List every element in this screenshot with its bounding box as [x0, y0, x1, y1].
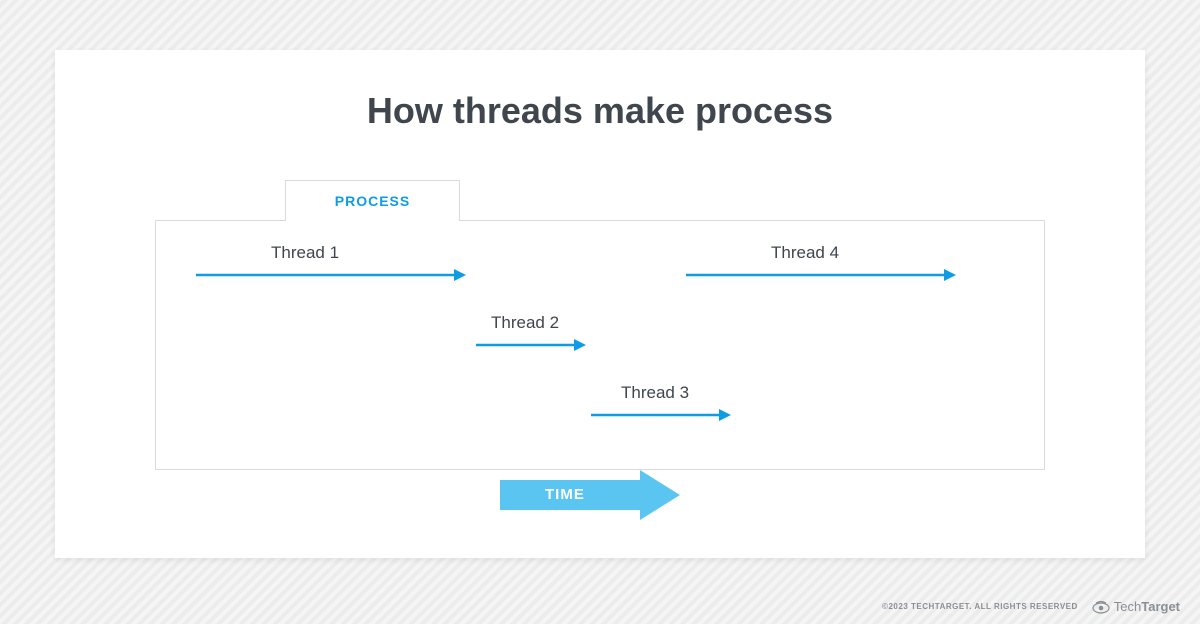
process-tab: PROCESS [285, 180, 460, 220]
diagram-area: PROCESS Thread 1 Thread 4 Thread 2 Th [155, 180, 1045, 510]
thread-2-label: Thread 2 [491, 313, 559, 333]
techtarget-logo: TechTarget [1092, 599, 1180, 614]
thread-4-arrow [686, 269, 956, 281]
diagram-card: How threads make process PROCESS Thread … [55, 50, 1145, 558]
footer: ©2023 TECHTARGET. ALL RIGHTS RESERVED Te… [882, 599, 1180, 614]
thread-3-label: Thread 3 [621, 383, 689, 403]
thread-3-arrow [591, 409, 731, 421]
time-label: TIME [545, 486, 585, 503]
thread-1-label: Thread 1 [271, 243, 339, 263]
copyright-text: ©2023 TECHTARGET. ALL RIGHTS RESERVED [882, 602, 1078, 611]
thread-1-arrow [196, 269, 466, 281]
time-arrow: TIME [500, 470, 680, 520]
logo-text-bold: Target [1141, 599, 1180, 614]
eye-icon [1092, 600, 1110, 614]
diagram-title: How threads make process [55, 50, 1145, 132]
tab-border-mask [286, 219, 459, 221]
thread-2-arrow [476, 339, 586, 351]
thread-4-label: Thread 4 [771, 243, 839, 263]
process-box: Thread 1 Thread 4 Thread 2 Thread 3 [155, 220, 1045, 470]
process-tab-label: PROCESS [335, 193, 410, 209]
logo-text-light: Tech [1114, 599, 1141, 614]
